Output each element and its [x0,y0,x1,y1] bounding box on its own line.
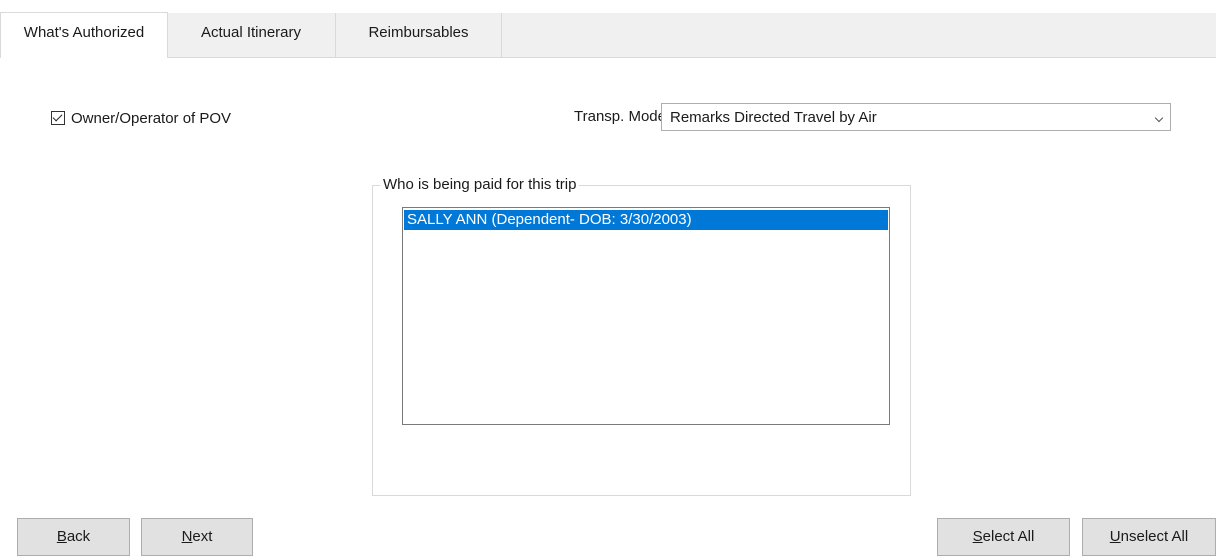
select-all-mnemonic: S [972,528,983,545]
tab-actual-itinerary[interactable]: Actual Itinerary [167,13,336,57]
chevron-down-icon[interactable] [1154,113,1164,123]
payees-listbox[interactable]: SALLY ANN (Dependent- DOB: 3/30/2003) [402,207,890,425]
pov-checkbox-row[interactable]: Owner/Operator of POV [51,108,231,128]
next-label-rest: ext [192,528,213,545]
pov-checkbox[interactable] [51,111,65,125]
select-all-button[interactable]: Select All [937,518,1070,556]
unselect-all-mnemonic: U [1109,528,1121,545]
unselect-all-label-rest: nselect All [1120,528,1189,545]
tab-reimbursables[interactable]: Reimbursables [336,13,502,57]
transp-mode-value: Remarks Directed Travel by Air [670,109,877,126]
next-mnemonic: N [181,528,193,545]
pov-checkbox-label[interactable]: Owner/Operator of POV [71,110,231,127]
tab-strip: What's Authorized Actual Itinerary Reimb… [0,12,1216,58]
transp-mode-label: Transp. Mode [574,108,666,125]
select-all-label-rest: elect All [982,528,1035,545]
next-button[interactable]: Next [141,518,253,556]
back-label-rest: ack [66,528,91,545]
payees-group-title: Who is being paid for this trip [380,176,580,193]
list-item[interactable]: SALLY ANN (Dependent- DOB: 3/30/2003) [404,210,888,230]
tab-whats-authorized[interactable]: What's Authorized [0,12,168,58]
back-mnemonic: B [56,528,67,545]
unselect-all-button[interactable]: Unselect All [1082,518,1216,556]
transp-mode-select[interactable]: Remarks Directed Travel by Air [661,103,1171,131]
back-button[interactable]: Back [17,518,130,556]
